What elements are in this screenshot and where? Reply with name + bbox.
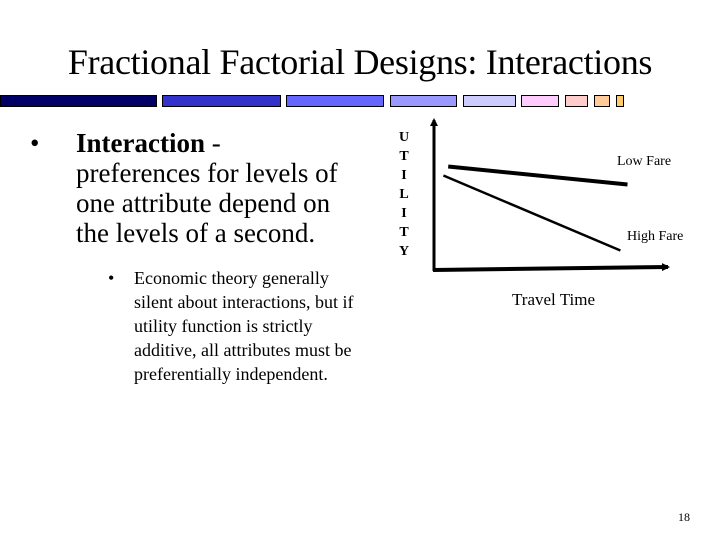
series-line-low-fare	[448, 164, 628, 187]
legend-label-high-fare: High Fare	[627, 229, 684, 244]
page-number: 18	[678, 510, 690, 524]
series-line-high-fare	[442, 174, 621, 252]
x-axis	[432, 263, 670, 272]
utility-chart	[430, 118, 670, 272]
legend-label-low-fare: Low Fare	[617, 154, 672, 169]
x-axis-label: Travel Time	[512, 290, 595, 309]
